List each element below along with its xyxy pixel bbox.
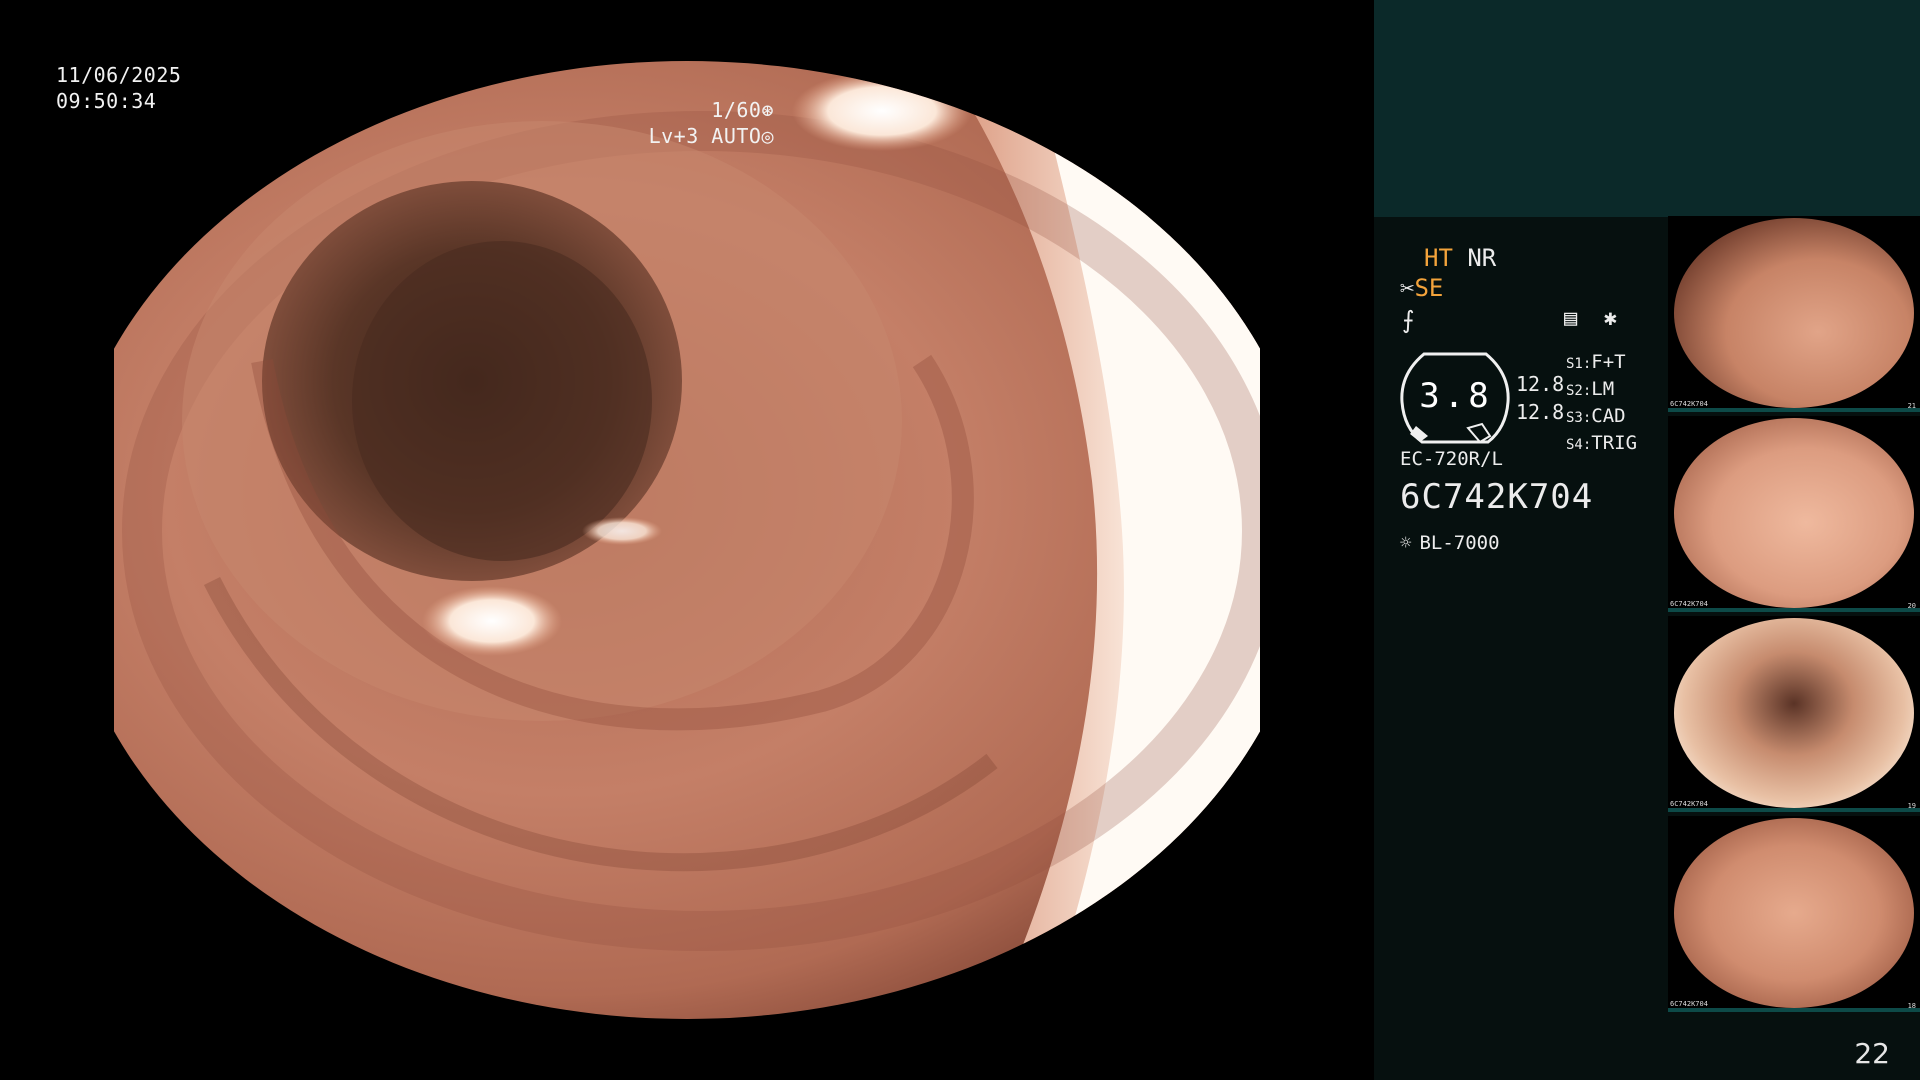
- gauge-numbers: 12.8 12.8: [1516, 370, 1564, 426]
- endoscope-view: 11/06/2025 09:50:34 1/60⊛ Lv+3 AUTO◎: [0, 0, 1374, 1080]
- gauge-num-1: 12.8: [1516, 372, 1565, 396]
- light-source-text: BL-7000: [1419, 532, 1500, 554]
- thumbnail[interactable]: 6C742K704 18: [1668, 816, 1920, 1012]
- mode-nr: NR: [1467, 244, 1497, 272]
- thumbnail-bar: [1668, 1008, 1920, 1012]
- setting-key: S1:: [1566, 356, 1592, 372]
- date-text: 11/06/2025: [56, 63, 182, 87]
- setting-key: S3:: [1566, 410, 1592, 426]
- page-number: 22: [1854, 1037, 1890, 1070]
- flash-icon: ⨍: [1402, 306, 1415, 334]
- setting-s3: S3:CAD: [1566, 404, 1637, 431]
- setting-key: S4:: [1566, 437, 1592, 453]
- thumbnail-bar: [1668, 408, 1920, 412]
- colon-lumen-image: [114, 61, 1260, 1019]
- setting-value: TRIG: [1591, 432, 1638, 454]
- thumbnail-image: [1674, 418, 1914, 608]
- level-text: Lv+3 AUTO: [648, 124, 762, 148]
- light-bulb-icon: ☼: [1400, 532, 1412, 554]
- shutter-icon: ⊛: [761, 98, 774, 122]
- thumbnail-strip: 6C742K704 21 6C742K704 20 6C742K704 19 6…: [1668, 216, 1920, 1016]
- patient-info-box: [1374, 0, 1920, 217]
- setting-s1: S1:F+T: [1566, 350, 1637, 377]
- gauge-value: 3.8: [1419, 376, 1493, 416]
- setting-value: CAD: [1591, 405, 1626, 427]
- thumbnail-image: [1674, 818, 1914, 1008]
- scissors-icon: ✂: [1400, 274, 1415, 302]
- thumbnail-label: 6C742K704: [1670, 400, 1708, 408]
- mode-se: SE: [1414, 274, 1444, 302]
- thumbnail-bar: [1668, 808, 1920, 812]
- setting-s2: S2:LM: [1566, 377, 1637, 404]
- scope-model: EC-720R/L: [1400, 448, 1503, 470]
- setting-value: F+T: [1591, 351, 1626, 373]
- time-text: 09:50:34: [56, 89, 157, 113]
- endoscopic-image: [114, 61, 1260, 1019]
- settings-list: S1:F+T S2:LM S3:CAD S4:TRIG: [1566, 350, 1637, 458]
- thumbnail-image: [1674, 218, 1914, 408]
- thumbnail[interactable]: 6C742K704 19: [1668, 616, 1920, 812]
- thumbnail-image: [1674, 618, 1914, 808]
- setting-s4: S4:TRIG: [1566, 431, 1637, 458]
- auto-iris-icon: ◎: [761, 124, 774, 148]
- asterisk-icon: ✱: [1603, 306, 1617, 331]
- mode-ht: HT: [1424, 244, 1453, 272]
- setting-key: S2:: [1566, 383, 1592, 399]
- gauge-num-2: 12.8: [1516, 400, 1565, 424]
- thumbnail-label: 6C742K704: [1670, 600, 1708, 608]
- thumbnail-bar: [1668, 608, 1920, 612]
- image-mode-row: HT NR: [1424, 244, 1496, 272]
- thumbnail[interactable]: 6C742K704 21: [1668, 216, 1920, 412]
- scope-serial: 6C742K704: [1400, 477, 1594, 517]
- light-source: ☼ BL-7000: [1400, 532, 1500, 554]
- shutter-text: 1/60: [711, 98, 762, 122]
- thumbnail[interactable]: 6C742K704 20: [1668, 416, 1920, 612]
- datetime-display: 11/06/2025 09:50:34: [56, 62, 181, 114]
- thumbnail-label: 6C742K704: [1670, 800, 1708, 808]
- exposure-info: 1/60⊛ Lv+3 AUTO◎: [649, 97, 774, 149]
- menu-icons: ▤ ✱: [1564, 306, 1617, 331]
- menu-icon: ▤: [1564, 306, 1578, 331]
- thumbnail-label: 6C742K704: [1670, 1000, 1708, 1008]
- setting-value: LM: [1591, 378, 1615, 400]
- se-row: ✂SE: [1400, 274, 1443, 302]
